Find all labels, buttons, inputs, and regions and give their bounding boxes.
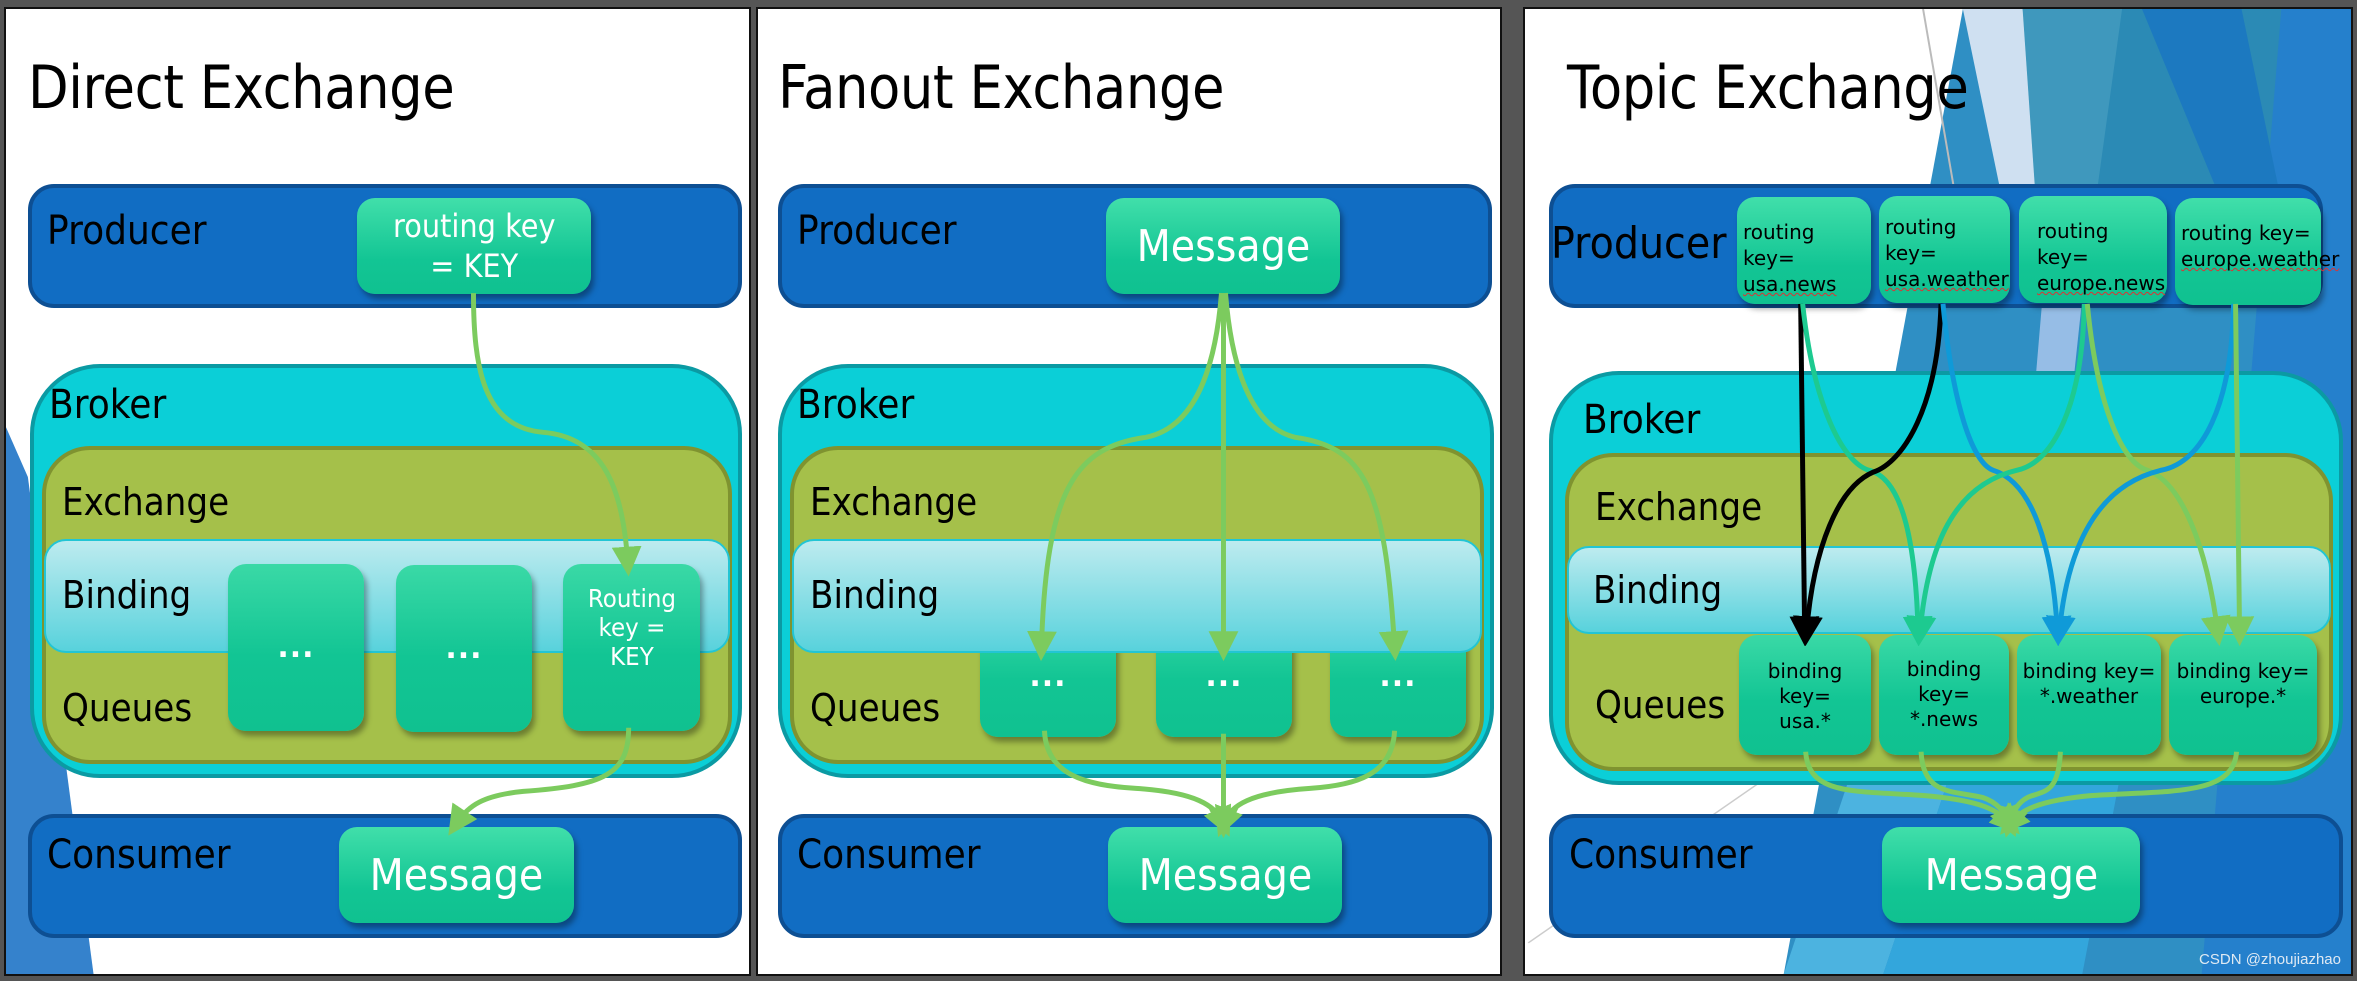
consumer-message-box: Message [339,827,574,923]
binding-key-value: *.weather [2039,684,2139,708]
consumer-message-box: Message [1108,827,1342,923]
consumer-message: Message [1924,849,2098,901]
binding-key-prefix: binding key= [1906,657,1982,706]
binding-key-prefix: binding key= [2022,659,2156,683]
routing-key-value: europe.news [2037,271,2166,295]
exchange-label: Exchange [1595,485,1763,529]
routing-key-box: routing key= europe.news [2019,196,2167,303]
queue-key-line2: key = [598,613,665,642]
consumer-label: Consumer [47,832,231,878]
binding-label: Binding [1593,568,1723,612]
exchange-label: Exchange [62,480,230,524]
binding-key-prefix: binding key= [1767,659,1843,708]
direct-exchange-panel: Direct Exchange Producer routing key = K… [4,7,751,976]
routing-key-box: routing key= usa.news [1737,197,1871,304]
routing-key-prefix: routing key= [1743,220,1815,270]
producer-message-box: routing key = KEY [357,198,591,294]
routing-key-box: routing key= europe.weather [2175,198,2339,305]
queue-placeholder: ... [1379,659,1417,694]
queue-placeholder: ... [445,631,483,666]
routing-key-box: routing key= usa.weather [1879,196,2010,303]
broker-label: Broker [1583,397,1701,443]
queue-box: binding key= usa.* [1739,635,1871,755]
routing-key-line2: = KEY [430,247,518,285]
exchange-label: Exchange [810,480,978,524]
queue-key-line1: Routing [587,584,676,613]
panel-title: Direct Exchange [28,53,455,123]
binding-key-value: *.news [1909,707,1979,731]
watermark: CSDN @zhoujiazhao [2199,951,2341,968]
binding-band: Binding [1567,546,2331,634]
routing-key-value: usa.weather [1885,267,2009,291]
queues-label: Queues [1595,683,1726,727]
queue-box: ... [228,564,364,731]
queue-key-line3: KEY [609,642,654,671]
binding-band: Binding [792,539,1482,653]
queue-placeholder: ... [1029,659,1067,694]
routing-key-value: europe.weather [2181,247,2340,271]
producer-label: Producer [1551,218,1727,269]
panel-title: Topic Exchange [1567,53,1969,123]
queue-box: binding key= *.news [1879,635,2009,755]
binding-key-prefix: binding key= [2176,659,2310,683]
broker-label: Broker [49,382,167,428]
routing-key-prefix: routing key= [2037,219,2109,269]
queues-label: Queues [810,686,941,730]
producer-message-box: Message [1106,198,1340,294]
producer-label: Producer [797,208,957,254]
fanout-exchange-panel: Fanout Exchange Producer Message Broker … [756,7,1502,976]
consumer-message: Message [1138,849,1312,901]
binding-label: Binding [62,573,192,617]
topic-exchange-panel: Topic Exchange Producer routing key= usa.… [1523,7,2353,976]
queue-placeholder: ... [1205,659,1243,694]
queue-box-routing-key: Routing key = KEY [563,564,700,731]
queues-label: Queues [62,686,193,730]
queue-placeholder: ... [277,630,315,665]
producer-label: Producer [47,208,207,254]
queue-box: binding key= *.weather [2017,635,2161,755]
routing-key-value: usa.news [1743,272,1837,296]
routing-key-line1: routing key [392,207,556,245]
consumer-label: Consumer [1569,832,1753,878]
routing-key-prefix: routing key= [1885,215,1957,265]
binding-key-value: europe.* [2199,684,2287,708]
binding-label: Binding [810,573,940,617]
queue-box: ... [396,565,532,732]
panel-title: Fanout Exchange [778,53,1224,123]
routing-key-prefix: routing key= [2181,221,2311,245]
producer-message: Message [1136,220,1310,272]
binding-key-value: usa.* [1779,709,1831,733]
broker-label: Broker [797,382,915,428]
consumer-label: Consumer [797,832,981,878]
consumer-message-box: Message [1882,827,2140,923]
consumer-message: Message [369,849,544,901]
queue-box: binding key= europe.* [2169,635,2317,755]
